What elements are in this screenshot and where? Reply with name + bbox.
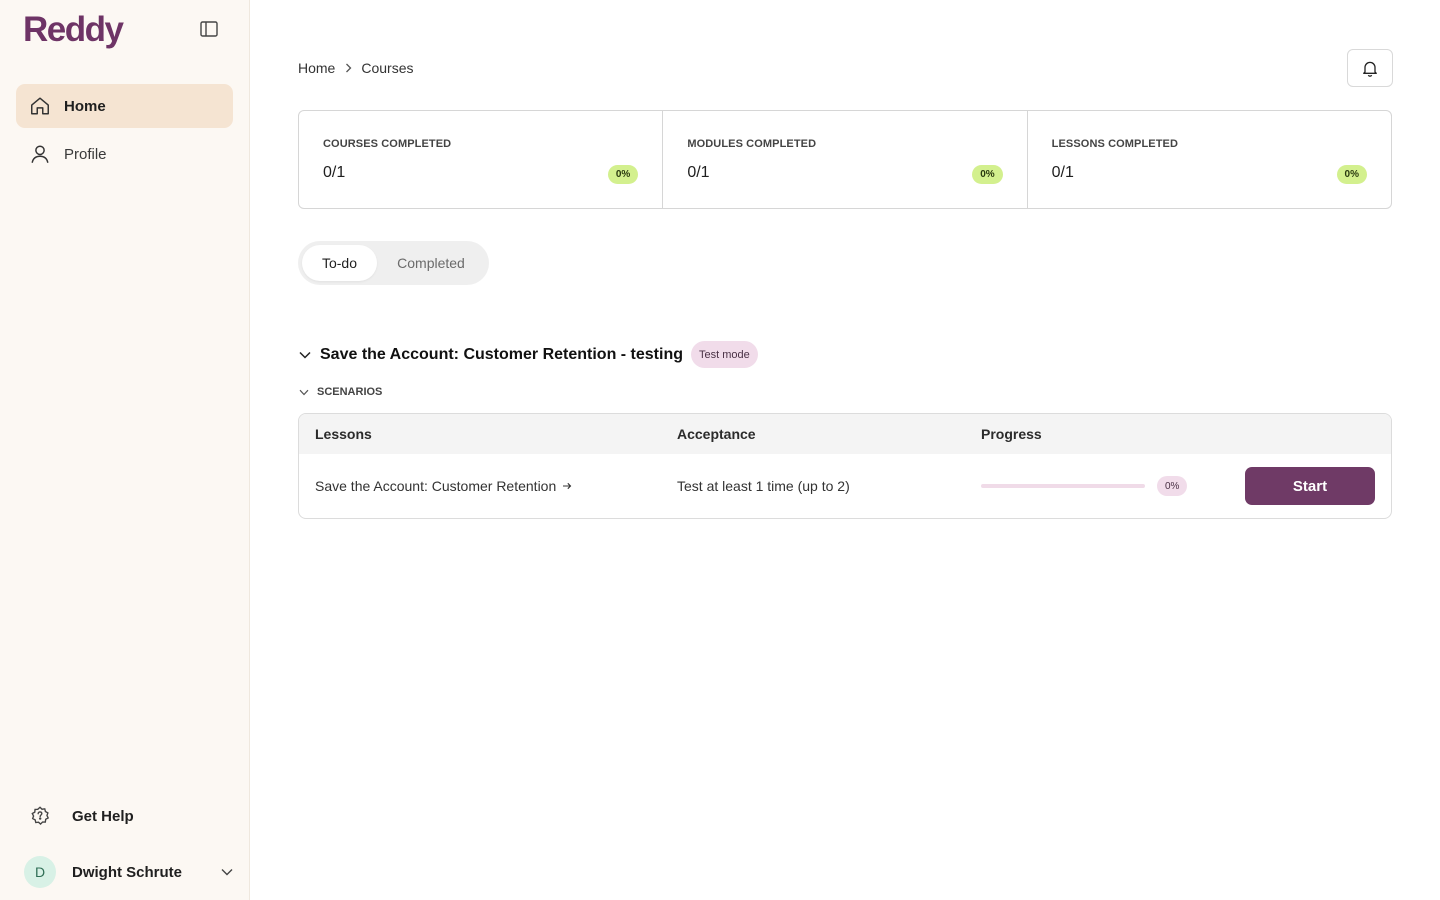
help-icon	[28, 804, 52, 828]
sidebar-item-label: Home	[64, 97, 106, 115]
stat-modules: MODULES COMPLETED 0/1 0%	[663, 111, 1028, 208]
sidebar-item-home[interactable]: Home	[16, 84, 233, 128]
chevron-down-icon	[298, 348, 312, 362]
test-mode-badge: Test mode	[691, 341, 758, 368]
stat-percent-badge: 0%	[607, 165, 639, 184]
stat-value: 0/1	[687, 164, 710, 181]
user-name: Dwight Schrute	[72, 863, 183, 881]
sidebar-item-profile[interactable]: Profile	[16, 132, 233, 176]
logo[interactable]: Reddy	[23, 10, 124, 50]
stat-percent-badge: 0%	[1336, 165, 1367, 184]
status-tabs: To-do Completed	[298, 241, 489, 285]
chevron-right-icon	[345, 63, 352, 73]
sidebar-toggle-button[interactable]	[198, 18, 220, 40]
stats-panel: COURSES COMPLETED 0/1 0% MODULES COMPLET…	[298, 110, 1392, 209]
breadcrumb: Home Courses	[298, 60, 414, 76]
acceptance-text: Test at least 1 time (up to 2)	[677, 478, 850, 494]
sidebar-toggle-icon	[200, 21, 218, 37]
chevron-down-icon	[298, 386, 310, 398]
stat-value: 0/1	[323, 164, 346, 181]
lessons-table: Lessons Acceptance Progress Save the Acc…	[298, 413, 1392, 519]
breadcrumb-home[interactable]: Home	[298, 60, 335, 76]
progress-bar	[981, 484, 1145, 488]
course-header[interactable]: Save the Account: Customer Retention - t…	[298, 341, 758, 368]
arrow-right-icon	[562, 482, 572, 490]
breadcrumb-courses: Courses	[361, 60, 414, 76]
column-header-progress: Progress	[981, 426, 1042, 442]
user-icon	[29, 143, 51, 165]
stat-percent-badge: 0%	[972, 165, 1003, 184]
notifications-button[interactable]	[1347, 49, 1393, 87]
stat-courses: COURSES COMPLETED 0/1 0%	[299, 111, 664, 208]
table-row: Save the Account: Customer Retention Tes…	[299, 454, 1391, 518]
lesson-link[interactable]: Save the Account: Customer Retention	[315, 478, 572, 494]
column-header-acceptance: Acceptance	[677, 426, 756, 442]
tab-completed[interactable]: Completed	[377, 245, 485, 281]
sidebar: Reddy Home Profile Get Help D Dwight Sch…	[0, 0, 250, 900]
stat-label: LESSONS COMPLETED	[1051, 138, 1179, 150]
table-header: Lessons Acceptance Progress	[299, 414, 1391, 454]
stat-label: COURSES COMPLETED	[323, 138, 452, 150]
column-header-lessons: Lessons	[315, 426, 372, 442]
bell-icon	[1363, 61, 1377, 77]
tab-todo[interactable]: To-do	[302, 245, 377, 281]
scenarios-label: SCENARIOS	[317, 386, 383, 398]
stat-label: MODULES COMPLETED	[687, 138, 817, 150]
sidebar-item-label: Profile	[64, 145, 107, 163]
progress-percent-badge: 0%	[1157, 476, 1188, 496]
chevron-down-icon	[220, 865, 234, 879]
user-menu[interactable]: D Dwight Schrute	[24, 856, 234, 888]
start-button[interactable]: Start	[1245, 467, 1375, 505]
lesson-title: Save the Account: Customer Retention	[315, 478, 557, 494]
get-help-label: Get Help	[72, 807, 134, 825]
get-help-link[interactable]: Get Help	[28, 804, 134, 828]
home-icon	[29, 95, 51, 117]
stat-value: 0/1	[1051, 164, 1074, 181]
stat-lessons: LESSONS COMPLETED 0/1 0%	[1028, 111, 1391, 208]
avatar: D	[24, 856, 56, 888]
scenarios-section-toggle[interactable]: SCENARIOS	[298, 386, 382, 398]
course-title: Save the Account: Customer Retention - t…	[320, 345, 683, 363]
